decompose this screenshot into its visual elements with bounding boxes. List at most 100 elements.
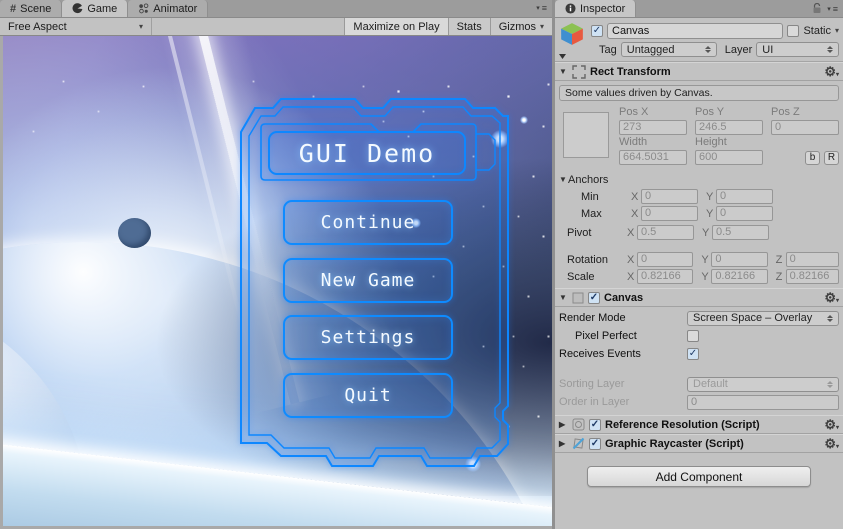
pivot-y-field[interactable]: 0.5 <box>712 225 769 240</box>
reference-resolution-title: Reference Resolution (Script) <box>605 419 760 431</box>
rotation-x-field[interactable]: 0 <box>637 252 693 267</box>
max-x-field[interactable]: 0 <box>641 206 698 221</box>
foldout-closed-icon[interactable]: ▶ <box>559 420 568 429</box>
max-y-field[interactable]: 0 <box>716 206 773 221</box>
height-field[interactable]: 600 <box>695 150 763 165</box>
raw-edit-mode-button[interactable]: R <box>824 151 839 165</box>
graphic-raycaster-title: Graphic Raycaster (Script) <box>605 438 744 450</box>
stats-button[interactable]: Stats <box>448 18 490 35</box>
blueprint-mode-button[interactable]: b <box>805 151 820 165</box>
game-icon <box>72 3 83 14</box>
foldout-open-icon[interactable]: ▼ <box>559 175 568 184</box>
order-in-layer-field[interactable]: 0 <box>687 395 839 410</box>
menu-button-new-game[interactable]: New Game <box>283 258 453 303</box>
active-checkbox[interactable]: ✓ <box>591 25 603 37</box>
rotation-label: Rotation <box>559 254 627 266</box>
pos-x-field[interactable]: 273 <box>619 120 687 135</box>
pixel-perfect-checkbox[interactable] <box>687 330 699 342</box>
tab-game[interactable]: Game <box>62 0 128 17</box>
static-label: Static <box>803 25 831 37</box>
sorting-layer-row: Sorting Layer Default <box>555 376 843 392</box>
tag-dropdown[interactable]: Untagged <box>621 42 717 57</box>
game-tabbar: # Scene Game Animator ▾≡ <box>0 0 552 18</box>
min-label: Min <box>559 191 631 203</box>
tag-label: Tag <box>591 44 617 56</box>
game-panel: # Scene Game Animator ▾≡ Free Aspect ▾ <box>0 0 552 529</box>
pos-z-field[interactable]: 0 <box>771 120 839 135</box>
gear-icon[interactable]: ⚙▾ <box>824 290 839 306</box>
foldout-closed-icon[interactable]: ▶ <box>559 439 568 448</box>
gear-icon[interactable]: ⚙▾ <box>824 436 839 452</box>
scene-icon: # <box>10 3 16 15</box>
graphic-raycaster-checkbox[interactable]: ✓ <box>589 438 601 450</box>
object-name-field[interactable] <box>607 23 783 39</box>
menu-button-quit[interactable]: Quit <box>283 373 453 418</box>
pos-y-field[interactable]: 246.5 <box>695 120 763 135</box>
graphic-raycaster-icon <box>572 437 585 450</box>
sorting-layer-label: Sorting Layer <box>559 378 687 390</box>
layer-dropdown[interactable]: UI <box>756 42 839 57</box>
min-y-field[interactable]: 0 <box>716 189 773 204</box>
lock-icon[interactable] <box>812 3 822 14</box>
gear-icon[interactable]: ⚙▾ <box>824 64 839 80</box>
aspect-label: Free Aspect <box>8 21 67 33</box>
anchors-max-row: Max X 0 Y 0 <box>555 206 843 221</box>
unity-editor-window: # Scene Game Animator ▾≡ Free Aspect ▾ <box>0 0 843 529</box>
maximize-on-play-button[interactable]: Maximize on Play <box>344 18 447 35</box>
gameobject-cube-icon[interactable] <box>559 21 589 59</box>
chevron-down-icon: ▾ <box>139 22 143 31</box>
foldout-open-icon[interactable]: ▼ <box>559 67 568 76</box>
inspector-menu-icon[interactable]: ▾≡ <box>827 4 839 14</box>
game-panel-menu-icon[interactable]: ▾≡ <box>536 3 548 13</box>
tab-animator[interactable]: Animator <box>128 0 208 17</box>
sorting-layer-dropdown[interactable]: Default <box>687 377 839 392</box>
rect-transform-header[interactable]: ▼ Rect Transform ⚙▾ <box>555 62 843 81</box>
inspector-tabbar: Inspector ▾≡ <box>555 0 843 18</box>
rotation-y-field[interactable]: 0 <box>711 252 767 267</box>
rotation-z-field[interactable]: 0 <box>786 252 839 267</box>
graphic-raycaster-header[interactable]: ▶ ✓ Graphic Raycaster (Script) ⚙▾ <box>555 434 843 453</box>
dropdown-arrows-icon <box>705 46 711 53</box>
order-in-layer-row: Order in Layer 0 <box>555 394 843 410</box>
width-field[interactable]: 664.5031 <box>619 150 687 165</box>
menu-button-settings[interactable]: Settings <box>283 315 453 360</box>
animator-icon <box>138 3 149 14</box>
static-dropdown-icon[interactable]: ▾ <box>835 26 839 35</box>
add-component-button[interactable]: Add Component <box>587 466 811 487</box>
reference-resolution-checkbox[interactable]: ✓ <box>589 419 601 431</box>
tab-scene[interactable]: # Scene <box>0 0 62 17</box>
scale-z-field[interactable]: 0.82166 <box>786 269 839 284</box>
scale-y-field[interactable]: 0.82166 <box>711 269 767 284</box>
tab-inspector-label: Inspector <box>580 3 625 15</box>
gizmos-button[interactable]: Gizmos ▾ <box>490 18 552 35</box>
canvas-component-header[interactable]: ▼ ✓ Canvas ⚙▾ <box>555 288 843 307</box>
rotation-row: Rotation X 0 Y 0 Z 0 <box>555 252 843 267</box>
static-checkbox[interactable] <box>787 25 799 37</box>
game-viewport: GUI Demo Continue New Game Settings Quit <box>0 36 552 529</box>
height-label: Height <box>695 136 763 149</box>
reference-resolution-header[interactable]: ▶ ✓ Reference Resolution (Script) ⚙▾ <box>555 415 843 434</box>
menu-button-continue[interactable]: Continue <box>283 200 453 245</box>
receives-events-checkbox[interactable]: ✓ <box>687 348 699 360</box>
anchors-label: Anchors <box>568 174 608 186</box>
render-mode-dropdown[interactable]: Screen Space – Overlay <box>687 311 839 326</box>
anchors-row[interactable]: ▼ Anchors <box>555 172 843 187</box>
aspect-dropdown[interactable]: Free Aspect ▾ <box>0 18 152 35</box>
game-toolbar: Free Aspect ▾ Maximize on Play Stats Giz… <box>0 18 552 36</box>
foldout-open-icon[interactable]: ▼ <box>559 293 568 302</box>
min-x-field[interactable]: 0 <box>641 189 698 204</box>
scale-x-field[interactable]: 0.82166 <box>637 269 693 284</box>
info-icon <box>565 3 576 14</box>
rect-transform-title: Rect Transform <box>590 66 671 78</box>
rect-transform-fields: Pos X Pos Y Pos Z 273 246.5 0 Width Heig… <box>555 104 843 171</box>
layer-label: Layer <box>721 44 753 56</box>
tab-inspector[interactable]: Inspector <box>555 0 636 17</box>
dropdown-arrows-icon <box>827 46 833 53</box>
gear-icon[interactable]: ⚙▾ <box>824 417 839 433</box>
toolbar-spacer <box>152 18 344 35</box>
canvas-enabled-checkbox[interactable]: ✓ <box>588 292 600 304</box>
tab-scene-label: Scene <box>20 3 51 15</box>
width-label: Width <box>619 136 687 149</box>
order-in-layer-label: Order in Layer <box>559 396 687 408</box>
pivot-x-field[interactable]: 0.5 <box>637 225 694 240</box>
